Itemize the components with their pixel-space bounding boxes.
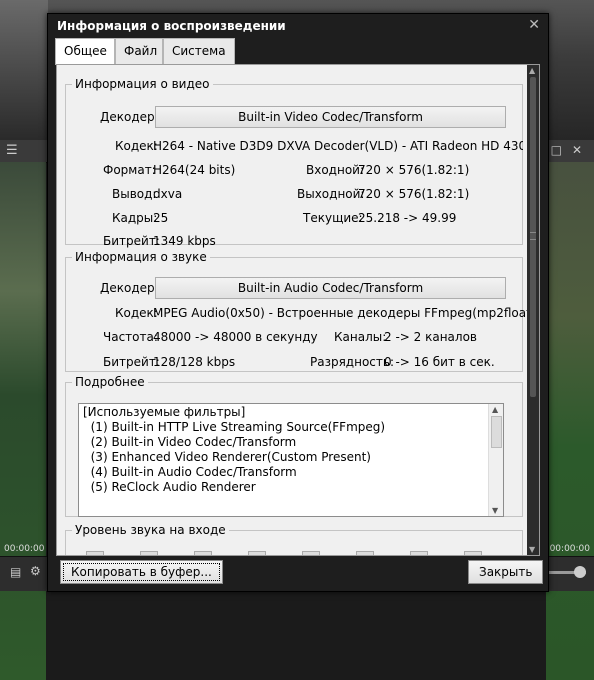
tab-panel-general: Информация о видео Декодер: Built-in Vid…	[56, 64, 540, 556]
video-decoder-label: Декодер:	[100, 110, 159, 124]
tab-label: Файл	[124, 44, 158, 58]
video-out-value: 720 × 576(1.82:1)	[358, 187, 470, 201]
copy-to-clipboard-button[interactable]: Копировать в буфер...	[60, 560, 223, 584]
scroll-down-icon[interactable]: ▼	[492, 506, 498, 515]
scroll-up-icon[interactable]: ▲	[529, 66, 535, 75]
video-info-group: Информация о видео Декодер: Built-in Vid…	[65, 77, 523, 248]
tab-file[interactable]: Файл	[115, 38, 163, 64]
video-format-value: H264(24 bits)	[153, 163, 236, 177]
tab-label: Система	[172, 44, 226, 58]
menu-icon[interactable]: ☰	[6, 143, 18, 158]
audio-channels-label: Каналы:	[334, 330, 387, 344]
audio-decoder-field[interactable]: Built-in Audio Codec/Transform	[155, 277, 506, 299]
details-legend: Подробнее	[75, 375, 145, 389]
close-button[interactable]: Закрыть	[468, 560, 544, 584]
video-frame-right	[546, 162, 594, 680]
scroll-grip-icon	[530, 232, 536, 240]
filters-line: (1) Built-in HTTP Live Streaming Source(…	[83, 420, 386, 434]
filters-line: [Используемые фильтры]	[83, 405, 246, 419]
video-input-value: 720 × 576(1.82:1)	[358, 163, 470, 177]
filters-line: (4) Built-in Audio Codec/Transform	[83, 465, 297, 479]
video-codec-label: Кодек:	[115, 139, 158, 153]
audio-bitrate-label: Битрейт:	[103, 355, 160, 369]
video-current-label: Текущие:	[303, 211, 363, 225]
audio-level-legend: Уровень звука на входе	[75, 523, 226, 537]
video-frames-label: Кадры:	[112, 211, 158, 225]
audio-depth-label: Разрядность:	[310, 355, 394, 369]
player-time-right: 00:00:00	[549, 544, 590, 554]
video-output-label: Вывод:	[112, 187, 157, 201]
video-codec-value: H264 - Native D3D9 DXVA Decoder(VLD) - A…	[153, 139, 523, 153]
video-bitrate-value: 1349 kbps	[153, 234, 216, 248]
background-strip	[0, 0, 48, 140]
video-output-value: dxva	[153, 187, 183, 201]
video-frame-left	[0, 162, 46, 680]
tab-general[interactable]: Общее	[55, 38, 115, 65]
close-icon[interactable]: ✕	[572, 143, 582, 157]
audio-level-group: Уровень звука на входе	[65, 523, 523, 555]
filters-scrollbar[interactable]: ▲ ▼	[488, 404, 503, 516]
audio-info-legend: Информация о звуке	[75, 250, 207, 264]
scroll-thumb[interactable]	[491, 416, 502, 448]
playlist-icon[interactable]: ▤	[10, 565, 21, 579]
audio-channels-value: 2 -> 2 каналов	[384, 330, 477, 344]
audio-info-group: Информация о звуке Декодер: Built-in Aud…	[65, 250, 535, 372]
scroll-up-icon[interactable]: ▲	[492, 405, 498, 414]
close-icon[interactable]: ✕	[528, 17, 540, 33]
tab-label: Общее	[64, 44, 107, 58]
filters-line: (2) Built-in Video Codec/Transform	[83, 435, 297, 449]
video-out-label: Выходной:	[297, 187, 365, 201]
video-current-value: 25.218 -> 49.99	[358, 211, 457, 225]
player-time-left: 00:00:00	[4, 544, 45, 554]
volume-knob[interactable]	[574, 566, 586, 578]
restore-icon[interactable]: □	[551, 143, 562, 157]
audio-bitrate-value: 128/128 kbps	[153, 355, 236, 369]
scroll-down-icon[interactable]: ▼	[529, 545, 535, 554]
dialog-footer: Копировать в буфер... Закрыть	[48, 556, 548, 591]
audio-codec-value: MPEG Audio(0x50) - Встроенные декодеры F…	[153, 306, 536, 320]
dialog-titlebar: Информация о воспроизведении ✕	[48, 14, 548, 38]
audio-freq-value: 48000 -> 48000 в секунду	[153, 330, 318, 344]
panel-scrollbar[interactable]: ▲ ▼	[527, 65, 539, 555]
filters-line: (3) Enhanced Video Renderer(Custom Prese…	[83, 450, 371, 464]
video-frames-value: 25	[153, 211, 169, 225]
audio-depth-value: 0 -> 16 бит в сек.	[384, 355, 495, 369]
filters-line: (5) ReClock Audio Renderer	[83, 480, 256, 494]
audio-freq-label: Частота:	[103, 330, 158, 344]
video-info-legend: Информация о видео	[75, 77, 210, 91]
video-input-label: Входной:	[306, 163, 365, 177]
audio-decoder-label: Декодер:	[100, 281, 159, 295]
playback-info-dialog: Информация о воспроизведении ✕ Общее Фай…	[47, 13, 549, 592]
filters-listbox[interactable]: [Используемые фильтры] (1) Built-in HTTP…	[78, 403, 504, 517]
video-decoder-field[interactable]: Built-in Video Codec/Transform	[155, 106, 506, 128]
audio-codec-label: Кодек:	[115, 306, 158, 320]
details-group: Подробнее [Используемые фильтры] (1) Bui…	[65, 375, 523, 517]
tab-system[interactable]: Система	[163, 38, 235, 64]
gear-icon[interactable]: ⚙	[30, 564, 41, 578]
video-bitrate-label: Битрейт:	[103, 234, 160, 248]
video-format-label: Формат:	[103, 163, 156, 177]
dialog-title: Информация о воспроизведении	[57, 19, 286, 33]
